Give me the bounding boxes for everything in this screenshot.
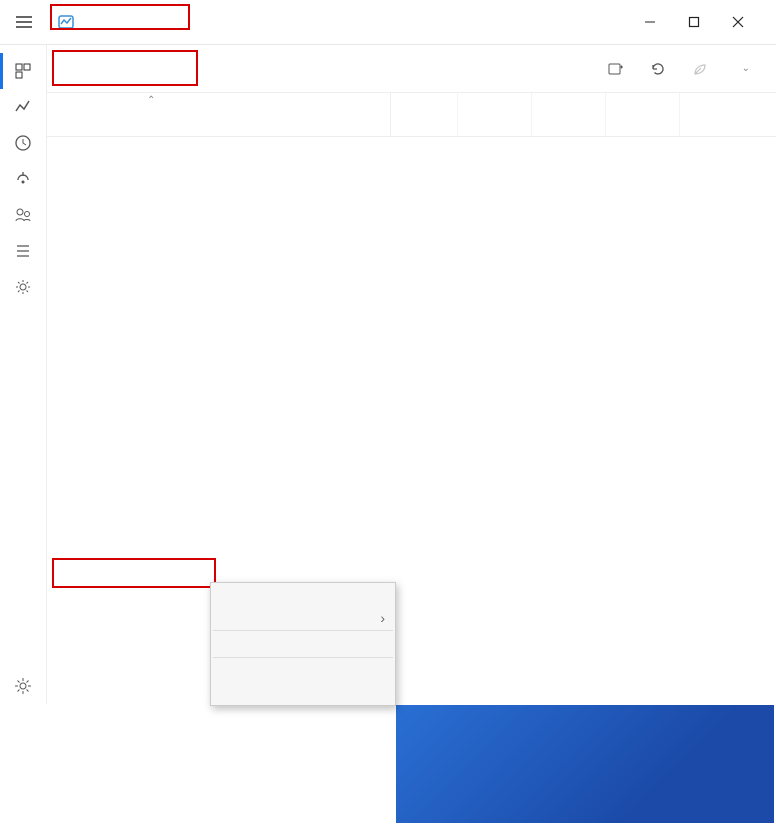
process-list[interactable] [47,137,776,704]
sidebar-users[interactable] [0,197,46,233]
services-icon [14,278,32,296]
window-controls [640,12,748,32]
app-title-wrap [48,10,92,34]
toolbar: ⌄ [47,45,776,93]
ctx-resource-values[interactable] [211,607,395,617]
restart-task-button[interactable] [640,55,682,83]
col-status[interactable] [273,93,391,136]
content: ⌄ ⌃ [46,45,776,704]
sidebar-performance[interactable] [0,89,46,125]
run-task-button[interactable] [598,55,640,83]
ctx-feedback[interactable] [211,617,395,627]
close-icon [732,16,744,28]
ctx-dump[interactable] [211,644,395,654]
ctx-end-task[interactable] [211,597,395,607]
leaf-icon [692,61,708,77]
col-network[interactable] [606,93,680,136]
context-menu [210,582,396,706]
hamburger-icon [16,16,32,28]
hamburger-menu[interactable] [8,6,40,38]
app-icon [58,14,74,30]
chevron-down-icon: ⌄ [742,63,750,74]
sidebar-services[interactable] [0,269,46,305]
details-icon [14,242,32,260]
col-name[interactable]: ⌃ [47,93,273,136]
efficiency-mode-button[interactable] [682,55,724,83]
titlebar [0,0,776,44]
sidebar-settings[interactable] [0,668,46,704]
sidebar-startup[interactable] [0,161,46,197]
view-button[interactable]: ⌄ [724,57,760,80]
ctx-restart[interactable] [211,587,395,597]
sidebar-history[interactable] [0,125,46,161]
run-task-icon [608,61,624,77]
minimize-icon [644,16,656,28]
maximize-button[interactable] [684,12,704,32]
users-icon [14,206,32,224]
col-disk[interactable] [532,93,606,136]
maximize-icon [688,16,700,28]
performance-icon [14,98,32,116]
restart-icon [650,61,666,77]
history-icon [14,134,32,152]
ctx-open-location[interactable] [211,671,395,681]
sidebar [0,45,46,704]
ctx-divider [213,630,393,631]
ctx-details[interactable] [211,661,395,671]
ctx-search-online[interactable] [211,681,395,691]
ctx-divider [213,657,393,658]
col-cpu[interactable] [391,93,458,136]
close-button[interactable] [728,12,748,32]
desktop-background [396,705,774,823]
sort-arrow-icon: ⌃ [147,95,155,106]
col-memory[interactable] [458,93,532,136]
sidebar-processes[interactable] [0,53,46,89]
ctx-efficiency-mode [211,634,395,644]
processes-icon [14,62,32,80]
ctx-properties[interactable] [211,691,395,701]
page-title [63,63,103,75]
startup-icon [14,170,32,188]
sidebar-details[interactable] [0,233,46,269]
minimize-button[interactable] [640,12,660,32]
settings-icon [14,677,32,695]
grid-header: ⌃ [47,93,776,137]
